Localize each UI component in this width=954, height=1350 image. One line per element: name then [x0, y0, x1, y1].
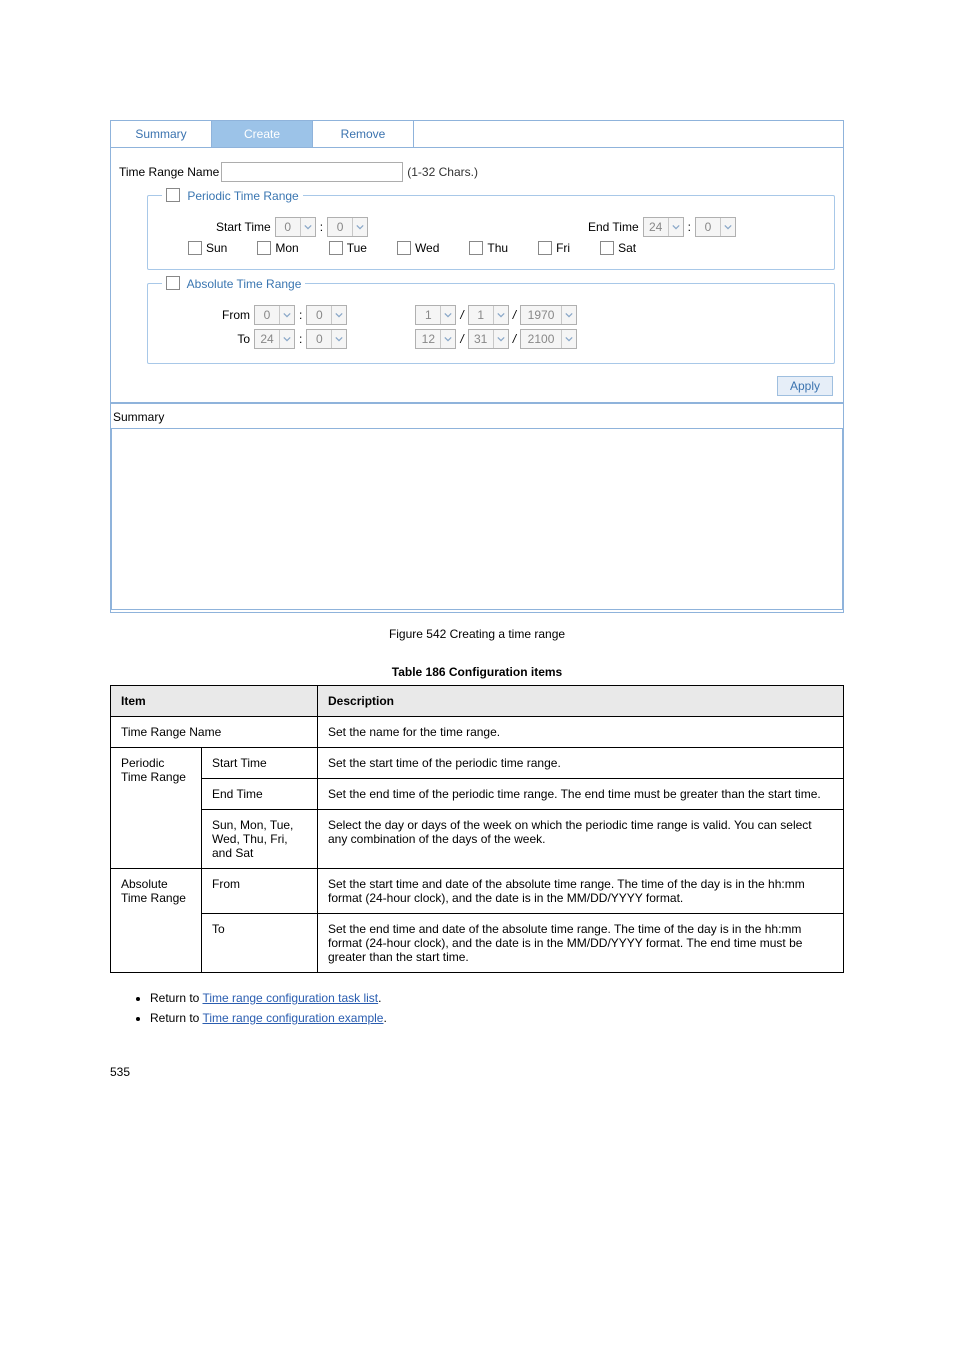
from-year-select[interactable]: 1970 — [520, 305, 577, 325]
day-wed-label: Wed — [415, 241, 439, 255]
tab-create[interactable]: Create — [212, 121, 313, 147]
absolute-legend: Absolute Time Range — [162, 276, 305, 291]
row-subitem: To — [202, 914, 318, 973]
end-time-label: End Time — [588, 220, 639, 234]
end-hour-select[interactable]: 24 — [643, 217, 684, 237]
tab-remove[interactable]: Remove — [313, 121, 414, 147]
figure-caption: Figure 542 Creating a time range — [110, 627, 844, 641]
to-label: To — [216, 332, 250, 346]
day-sun-checkbox[interactable] — [188, 241, 202, 255]
row-item: Periodic Time Range — [111, 748, 202, 869]
return-lead: Return to — [150, 1011, 199, 1025]
end-minute-select[interactable]: 0 — [695, 217, 736, 237]
time-range-name-input[interactable] — [221, 162, 403, 182]
return-link-task-list[interactable]: Time range configuration task list — [202, 991, 378, 1005]
table-row: To Set the end time and date of the abso… — [111, 914, 844, 973]
periodic-legend-text: Periodic Time Range — [187, 189, 298, 203]
day-tue-checkbox[interactable] — [329, 241, 343, 255]
to-day-select[interactable]: 31 — [468, 329, 509, 349]
row-desc: Set the start time of the periodic time … — [318, 748, 844, 779]
start-hour-select[interactable]: 0 — [275, 217, 316, 237]
days-row: Sun Mon Tue Wed Thu Fri Sat — [162, 241, 820, 255]
row-desc: Set the end time of the periodic time ra… — [318, 779, 844, 810]
return-lead: Return to — [150, 991, 199, 1005]
chevron-down-icon — [279, 330, 294, 348]
chevron-down-icon — [493, 306, 508, 324]
row-desc: Select the day or days of the week on wh… — [318, 810, 844, 869]
from-hour-select[interactable]: 0 — [254, 305, 295, 325]
create-time-range-screenshot: Summary Create Remove Time Range Name (1… — [110, 120, 844, 613]
day-thu-checkbox[interactable] — [469, 241, 483, 255]
time-range-name-hint: (1-32 Chars.) — [407, 165, 478, 179]
table-row: Absolute Time Range From Set the start t… — [111, 869, 844, 914]
from-label: From — [216, 308, 250, 322]
chevron-down-icon — [440, 330, 455, 348]
chevron-down-icon — [561, 330, 576, 348]
absolute-legend-text: Absolute Time Range — [187, 277, 302, 291]
table-row: Time Range Name Set the name for the tim… — [111, 717, 844, 748]
table-row: Periodic Time Range Start Time Set the s… — [111, 748, 844, 779]
to-year-select[interactable]: 2100 — [520, 329, 577, 349]
chevron-down-icon — [279, 306, 294, 324]
start-time-label: Start Time — [216, 220, 271, 234]
start-minute-select[interactable]: 0 — [327, 217, 368, 237]
absolute-fieldset: Absolute Time Range From 0 : 0 1 / 1 / 1… — [147, 276, 835, 364]
apply-button[interactable]: Apply — [777, 376, 833, 396]
day-thu-label: Thu — [487, 241, 508, 255]
day-sat-label: Sat — [618, 241, 636, 255]
chevron-down-icon — [720, 218, 735, 236]
return-item: Return to Time range configuration examp… — [150, 1011, 844, 1025]
row-item: Time Range Name — [111, 717, 318, 748]
table-head-desc: Description — [318, 686, 844, 717]
chevron-down-icon — [331, 330, 346, 348]
from-minute-select[interactable]: 0 — [306, 305, 347, 325]
summary-box — [111, 428, 843, 610]
row-subitem: Start Time — [202, 748, 318, 779]
row-item: Absolute Time Range — [111, 869, 202, 973]
row-desc: Set the end time and date of the absolut… — [318, 914, 844, 973]
day-sat-checkbox[interactable] — [600, 241, 614, 255]
periodic-legend: Periodic Time Range — [162, 188, 303, 203]
chevron-down-icon — [668, 218, 683, 236]
chevron-down-icon — [493, 330, 508, 348]
table-row: End Time Set the end time of the periodi… — [111, 779, 844, 810]
chevron-down-icon — [331, 306, 346, 324]
tab-summary[interactable]: Summary — [111, 121, 212, 147]
day-wed-checkbox[interactable] — [397, 241, 411, 255]
page-number: 535 — [110, 1065, 844, 1079]
table-row: Sun, Mon, Tue, Wed, Thu, Fri, and Sat Se… — [111, 810, 844, 869]
chevron-down-icon — [561, 306, 576, 324]
chevron-down-icon — [440, 306, 455, 324]
day-mon-label: Mon — [275, 241, 298, 255]
day-sun-label: Sun — [206, 241, 227, 255]
day-fri-checkbox[interactable] — [538, 241, 552, 255]
config-items-table: Item Description Time Range Name Set the… — [110, 685, 844, 973]
chevron-down-icon — [352, 218, 367, 236]
from-month-select[interactable]: 1 — [415, 305, 456, 325]
row-desc: Set the start time and date of the absol… — [318, 869, 844, 914]
from-day-select[interactable]: 1 — [468, 305, 509, 325]
to-minute-select[interactable]: 0 — [306, 329, 347, 349]
table-head-item: Item — [111, 686, 318, 717]
row-subitem: End Time — [202, 779, 318, 810]
row-subitem: Sun, Mon, Tue, Wed, Thu, Fri, and Sat — [202, 810, 318, 869]
row-desc: Set the name for the time range. — [318, 717, 844, 748]
periodic-checkbox[interactable] — [166, 188, 180, 202]
day-mon-checkbox[interactable] — [257, 241, 271, 255]
return-item: Return to Time range configuration task … — [150, 991, 844, 1005]
chevron-down-icon — [300, 218, 315, 236]
day-tue-label: Tue — [347, 241, 367, 255]
row-subitem: From — [202, 869, 318, 914]
summary-heading: Summary — [111, 404, 843, 428]
day-fri-label: Fri — [556, 241, 570, 255]
return-link-config-example[interactable]: Time range configuration example — [202, 1011, 383, 1025]
tab-bar: Summary Create Remove — [111, 121, 843, 148]
periodic-fieldset: Periodic Time Range Start Time 0 : 0 End… — [147, 188, 835, 270]
time-range-name-label: Time Range Name — [119, 165, 219, 179]
absolute-checkbox[interactable] — [166, 276, 180, 290]
to-hour-select[interactable]: 24 — [254, 329, 295, 349]
to-month-select[interactable]: 12 — [415, 329, 456, 349]
table-caption: Table 186 Configuration items — [110, 665, 844, 679]
